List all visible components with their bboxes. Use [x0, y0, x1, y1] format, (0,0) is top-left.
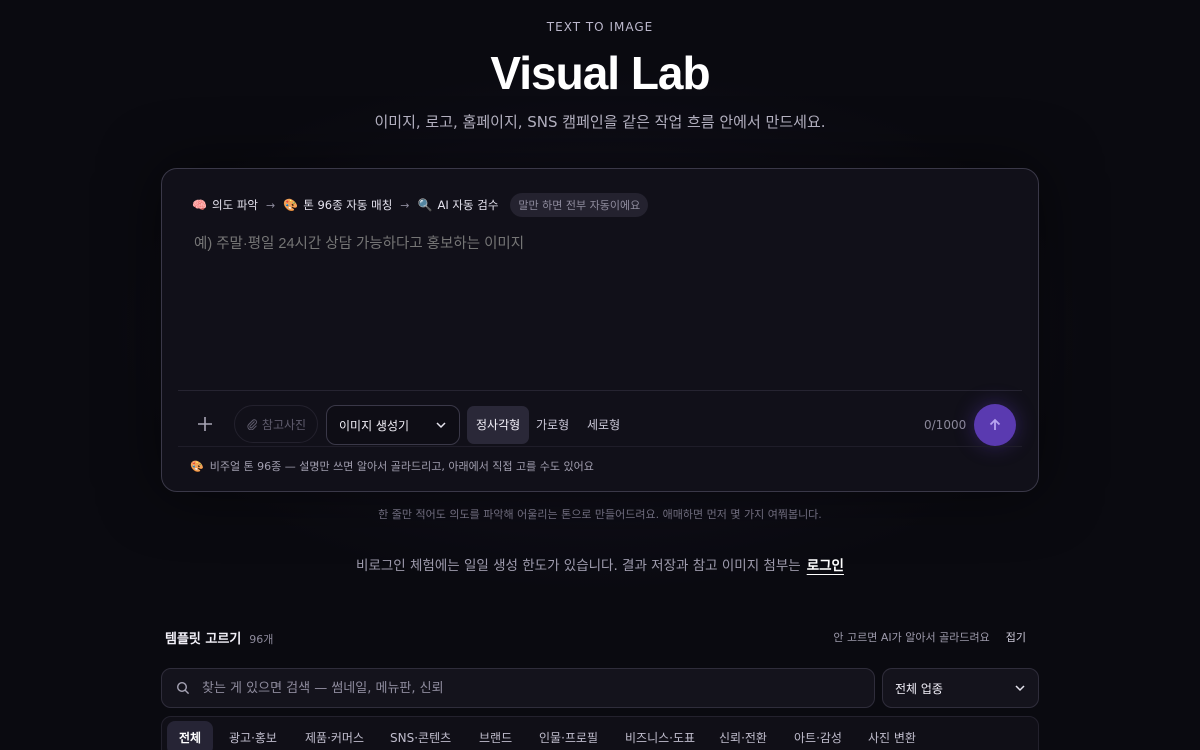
brain-icon: 🧠	[192, 198, 207, 212]
eyebrow-label: TEXT TO IMAGE	[546, 20, 654, 34]
template-search-input[interactable]	[200, 679, 850, 697]
arrow-right-icon: →	[400, 198, 410, 212]
ratio-portrait-button[interactable]: 세로형	[578, 406, 629, 444]
ratio-landscape-button[interactable]: 가로형	[527, 406, 578, 444]
divider	[178, 390, 1022, 391]
category-tab-art[interactable]: 아트·감성	[782, 721, 854, 750]
arrow-up-icon	[989, 418, 1001, 430]
page-title: Visual Lab	[490, 47, 710, 99]
category-tab-commerce[interactable]: 제품·커머스	[293, 721, 376, 750]
category-tab-sns[interactable]: SNS·콘텐츠	[378, 721, 463, 750]
login-notice: 비로그인 체험에는 일일 생성 한도가 있습니다. 결과 저장과 참고 이미지 …	[0, 554, 1200, 574]
tone-note: 🎨 비주얼 톤 96종 — 설명만 쓰면 알아서 골라드리고, 아래에서 직접 …	[190, 458, 594, 474]
composer-hint: 한 줄만 적어도 의도를 파악해 어울리는 톤으로 만들어드려요. 애매하면 먼…	[378, 508, 822, 521]
category-tabs: 전체 광고·홍보 제품·커머스 SNS·콘텐츠 브랜드 인물·프로필 비즈니스·…	[161, 716, 1039, 750]
pipeline-step-label: AI 자동 검수	[437, 198, 499, 212]
industry-select-value: 전체 업종	[895, 681, 943, 696]
plus-icon	[198, 417, 212, 431]
char-counter: 0/1000	[924, 418, 967, 432]
prompt-input[interactable]	[192, 235, 1012, 253]
category-tab-business[interactable]: 비즈니스·도표	[613, 721, 707, 750]
category-tab-photo[interactable]: 사진 변환	[856, 721, 928, 750]
chevron-down-icon	[1015, 685, 1025, 692]
category-tab-profile[interactable]: 인물·프로필	[527, 721, 610, 750]
auto-pick-note: 안 고르면 AI가 알아서 골라드려요	[833, 631, 990, 644]
generator-mode-select[interactable]: 이미지 생성기	[326, 405, 460, 445]
pipeline-step-tone: 🎨 톤 96종 자동 매칭	[283, 197, 392, 213]
arrow-right-icon: →	[265, 198, 276, 212]
template-header: 템플릿 고르기 96개	[165, 628, 273, 647]
category-tab-trust[interactable]: 신뢰·전환	[707, 721, 779, 750]
palette-icon: 🎨	[190, 459, 204, 473]
login-notice-text: 비로그인 체험에는 일일 생성 한도가 있습니다. 결과 저장과 참고 이미지 …	[356, 558, 801, 574]
page-subtitle: 이미지, 로고, 홈페이지, SNS 캠페인을 같은 작업 흐름 안에서 만드세…	[374, 113, 826, 131]
template-title: 템플릿 고르기	[165, 632, 242, 647]
reference-photo-button[interactable]: 참고사진	[234, 405, 318, 443]
category-tab-brand[interactable]: 브랜드	[467, 721, 524, 750]
composer-toolbar: 참고사진 이미지 생성기 정사각형 가로형 세로형 0/1000	[186, 404, 1016, 446]
chevron-down-icon	[436, 422, 446, 429]
industry-select[interactable]: 전체 업종	[882, 668, 1039, 708]
login-link[interactable]: 로그인	[807, 558, 844, 574]
send-button[interactable]	[974, 404, 1016, 446]
search-icon	[176, 681, 190, 695]
ratio-square-button[interactable]: 정사각형	[467, 406, 530, 444]
pipeline-step-label: 톤 96종 자동 매칭	[303, 198, 393, 212]
template-count: 96개	[249, 633, 274, 646]
add-attachment-button[interactable]	[186, 405, 224, 443]
reference-photo-label: 참고사진	[261, 417, 307, 432]
collapse-button[interactable]: 접기	[1006, 629, 1026, 645]
tone-note-text: 비주얼 톤 96종 — 설명만 쓰면 알아서 골라드리고, 아래에서 직접 고를…	[209, 460, 594, 473]
palette-icon: 🎨	[283, 198, 299, 212]
magnifier-icon: 🔍	[417, 198, 433, 212]
generator-mode-value: 이미지 생성기	[339, 418, 410, 433]
pipeline-steps: 🧠 의도 파악 → 🎨 톤 96종 자동 매칭 → 🔍 AI 자동 검수 말만 …	[192, 193, 649, 217]
category-tab-ads[interactable]: 광고·홍보	[217, 721, 289, 750]
category-tab-all[interactable]: 전체	[167, 721, 214, 750]
template-search	[161, 668, 875, 708]
page: TEXT TO IMAGE Visual Lab 이미지, 로고, 홈페이지, …	[0, 0, 1200, 750]
divider	[178, 446, 1022, 447]
pipeline-step-review: 🔍 AI 자동 검수	[418, 197, 499, 213]
template-actions: 안 고르면 AI가 알아서 골라드려요 접기	[833, 629, 1026, 645]
pipeline-step-intent: 🧠 의도 파악	[192, 197, 258, 213]
prompt-composer: 🧠 의도 파악 → 🎨 톤 96종 자동 매칭 → 🔍 AI 자동 검수 말만 …	[161, 168, 1039, 492]
paperclip-icon	[247, 419, 257, 430]
pipeline-step-label: 의도 파악	[212, 198, 258, 212]
auto-note-pill: 말만 하면 전부 자동이에요	[510, 193, 649, 217]
